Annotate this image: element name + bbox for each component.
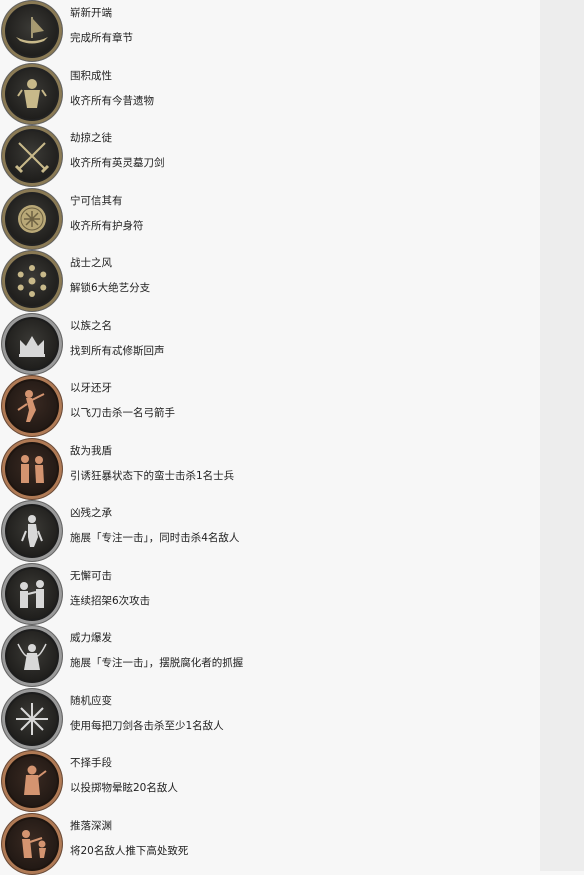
- throw-stun-icon: [2, 751, 62, 811]
- achievement-row: 以牙还牙 以飞刀击杀一名弓箭手: [0, 375, 540, 438]
- achievement-title: 随机应变: [70, 693, 112, 708]
- knife-throw-icon: [2, 376, 62, 436]
- achievement-row: 崭新开端 完成所有章节: [0, 0, 540, 63]
- idol-icon: [2, 64, 62, 124]
- achievement-row: 劫掠之徒 收齐所有英灵墓刀剑: [0, 125, 540, 188]
- achievement-title: 以族之名: [70, 318, 112, 333]
- achievement-desc: 引诱狂暴状态下的蛮士击杀1名士兵: [70, 468, 234, 483]
- side-panel: [540, 0, 584, 871]
- achievement-title: 崭新开端: [70, 5, 112, 20]
- achievement-desc: 以投掷物晕眩20名敌人: [70, 780, 178, 795]
- achievement-row: 不择手段 以投掷物晕眩20名敌人: [0, 750, 540, 813]
- achievement-title: 宁可信其有: [70, 193, 123, 208]
- achievement-desc: 找到所有忒修斯回声: [70, 343, 165, 358]
- achievement-title: 推落深渊: [70, 818, 112, 833]
- achievement-title: 围积成性: [70, 68, 112, 83]
- achievement-row: 威力爆发 施展「专注一击」，摆脱腐化者的抓握: [0, 625, 540, 688]
- achievement-desc: 将20名敌人推下高处致死: [70, 843, 188, 858]
- achievement-desc: 解锁6大绝艺分支: [70, 280, 150, 295]
- achievement-desc: 使用每把刀剑各击杀至少1名敌人: [70, 718, 224, 733]
- achievement-row: 宁可信其有 收齐所有护身符: [0, 188, 540, 251]
- achievement-desc: 连续招架6次攻击: [70, 593, 150, 608]
- achievement-desc: 收齐所有英灵墓刀剑: [70, 155, 165, 170]
- achievement-desc: 施展「专注一击」，同时击杀4名敌人: [70, 530, 239, 545]
- push-off-icon: [2, 814, 62, 874]
- achievement-title: 战士之风: [70, 255, 112, 270]
- crossed-swords-icon: [2, 126, 62, 186]
- achievement-list: 崭新开端 完成所有章节 围积成性 收齐所有今昔遗物 劫掠之徒 收齐所有英灵墓刀剑…: [0, 0, 540, 875]
- skill-wheel-icon: [2, 251, 62, 311]
- achievement-row: 无懈可击 连续招架6次攻击: [0, 563, 540, 626]
- achievement-title: 凶残之承: [70, 505, 112, 520]
- achievement-title: 无懈可击: [70, 568, 112, 583]
- focus-strike-icon: [2, 501, 62, 561]
- achievement-row: 随机应变 使用每把刀剑各击杀至少1名敌人: [0, 688, 540, 751]
- achievement-desc: 完成所有章节: [70, 30, 133, 45]
- achievement-row: 凶残之承 施展「专注一击」，同时击杀4名敌人: [0, 500, 540, 563]
- achievement-title: 敌为我盾: [70, 443, 112, 458]
- achievement-title: 以牙还牙: [70, 380, 112, 395]
- achievement-row: 战士之风 解锁6大绝艺分支: [0, 250, 540, 313]
- boat-icon: [2, 1, 62, 61]
- achievement-desc: 收齐所有今昔遗物: [70, 93, 154, 108]
- achievement-title: 威力爆发: [70, 630, 112, 645]
- swords-star-icon: [2, 689, 62, 749]
- achievement-row: 敌为我盾 引诱狂暴状态下的蛮士击杀1名士兵: [0, 438, 540, 501]
- crown-icon: [2, 314, 62, 374]
- parry-icon: [2, 564, 62, 624]
- achievement-desc: 施展「专注一击」，摆脱腐化者的抓握: [70, 655, 243, 670]
- achievement-row: 以族之名 找到所有忒修斯回声: [0, 313, 540, 376]
- grab-escape-icon: [2, 626, 62, 686]
- achievement-title: 劫掠之徒: [70, 130, 112, 145]
- achievement-title: 不择手段: [70, 755, 112, 770]
- berserker-icon: [2, 439, 62, 499]
- achievement-desc: 以飞刀击杀一名弓箭手: [70, 405, 175, 420]
- amulet-icon: [2, 189, 62, 249]
- achievement-desc: 收齐所有护身符: [70, 218, 144, 233]
- achievement-row: 推落深渊 将20名敌人推下高处致死: [0, 813, 540, 875]
- achievement-row: 围积成性 收齐所有今昔遗物: [0, 63, 540, 126]
